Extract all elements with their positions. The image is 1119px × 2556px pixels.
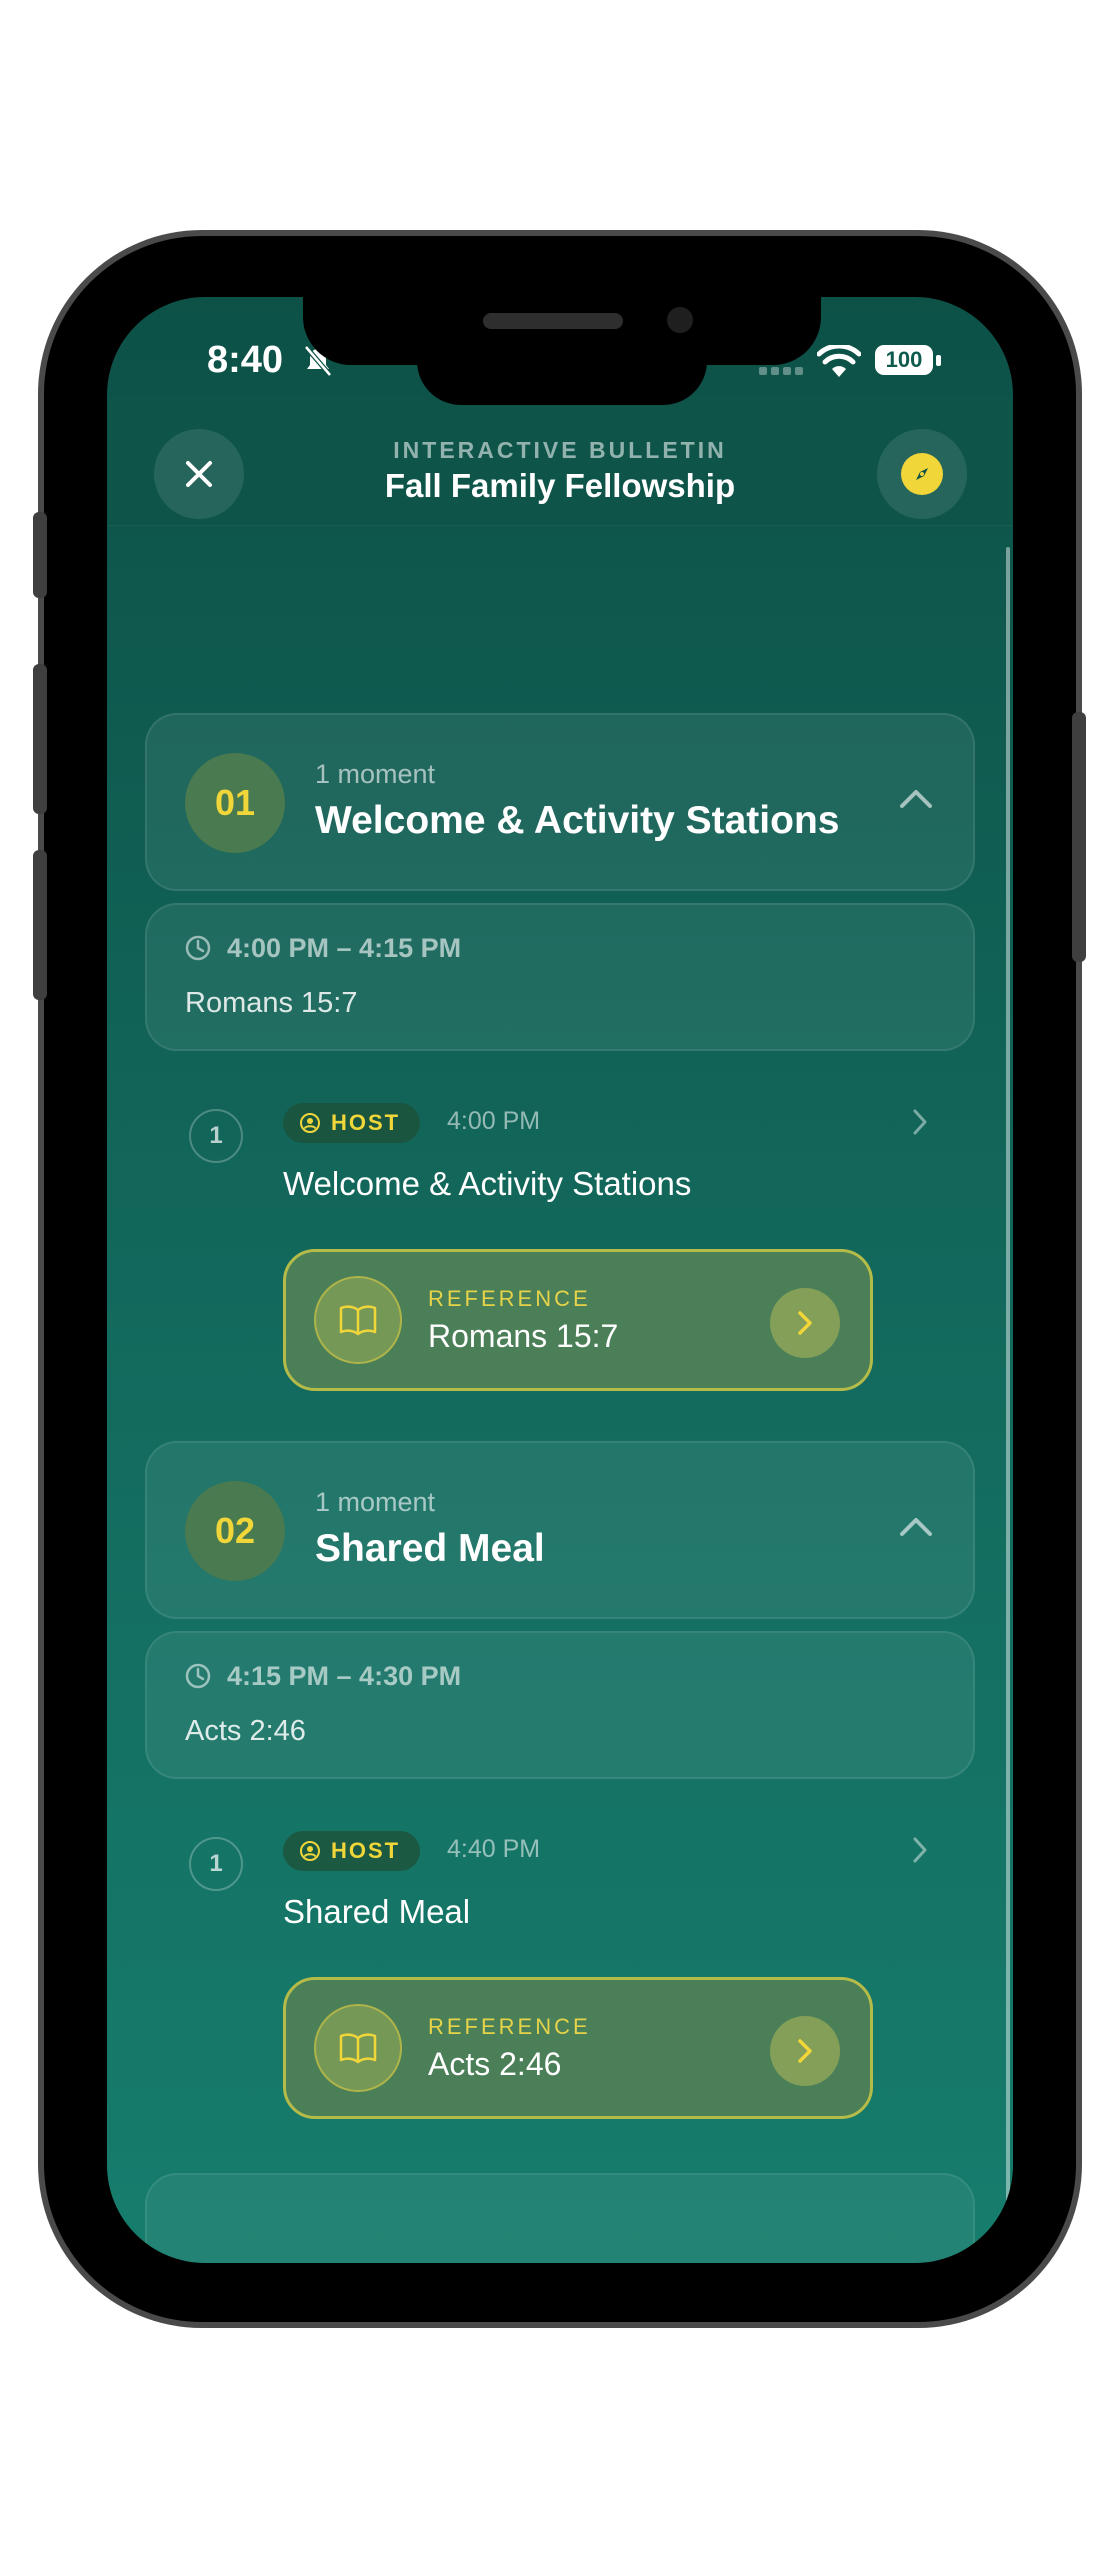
moment-title: Welcome & Activity Stations (283, 1165, 692, 1202)
power-button (1072, 712, 1086, 962)
host-badge: HOST (283, 1103, 421, 1143)
moment-time: 4:00 PM (447, 1107, 541, 1135)
volume-down-button (33, 850, 47, 1000)
earpiece-speaker (483, 313, 623, 329)
scripture-text: Romans 15:7 (185, 987, 358, 1019)
section-time-card-1: 4:00 PM – 4:15 PM Romans 15:7 (145, 903, 975, 1051)
moment-number: 1 (189, 1109, 243, 1163)
chevron-right-icon (798, 2039, 812, 2063)
book-open-icon (339, 1305, 377, 1336)
moments-count: 1 moment (315, 759, 436, 789)
time-range: 4:15 PM – 4:30 PM (227, 1661, 462, 1691)
host-label: HOST (331, 1838, 401, 1863)
time-range: 4:00 PM – 4:15 PM (227, 933, 462, 963)
clock-icon (185, 935, 211, 961)
header-kicker: INTERACTIVE BULLETIN (393, 437, 727, 463)
moment-time: 4:40 PM (447, 1835, 541, 1863)
compass-button[interactable] (877, 429, 967, 519)
compass-icon (916, 468, 928, 480)
status-time: 8:40 (207, 339, 284, 381)
section-time-card-2: 4:15 PM – 4:30 PM Acts 2:46 (145, 1631, 975, 1779)
reference-label: REFERENCE (428, 1286, 591, 1311)
chevron-right-icon (798, 1311, 812, 1335)
mute-switch (33, 512, 47, 598)
chevron-up-icon[interactable] (899, 1515, 933, 1537)
reference-open-button[interactable] (770, 1288, 840, 1358)
section-number-badge: 02 (185, 1481, 285, 1581)
moments-count: 1 moment (315, 1487, 436, 1517)
section-header-3-partial[interactable] (145, 2173, 975, 2263)
reference-open-button[interactable] (770, 2016, 840, 2086)
moment-item-2[interactable]: 1 HOST 4:40 PM Shared Meal REFERENCE Act… (107, 1831, 1013, 2151)
front-camera (667, 307, 693, 333)
chevron-right-icon[interactable] (911, 1835, 929, 1865)
host-label: HOST (331, 1110, 401, 1135)
moment-number: 1 (189, 1837, 243, 1891)
section-header-2[interactable]: 02 1 moment Shared Meal (145, 1441, 975, 1619)
person-circle-icon (300, 1113, 320, 1133)
book-icon-badge (314, 2004, 402, 2092)
battery-cap (936, 355, 941, 366)
wifi-icon (817, 345, 861, 377)
person-circle-icon (300, 1841, 320, 1861)
moment-item-1[interactable]: 1 HOST 4:00 PM Welcome & Activity Statio… (107, 1103, 1013, 1423)
clock-icon (185, 1663, 211, 1689)
section-title: Shared Meal (315, 1527, 545, 1570)
chevron-up-icon[interactable] (899, 787, 933, 809)
app-screen: 8:40 100 INTERACTIVE BULLETIN Fall Famil… (107, 297, 1013, 2263)
host-badge: HOST (283, 1831, 421, 1871)
section-title: Welcome & Activity Stations (315, 799, 840, 842)
section-header-1[interactable]: 01 1 moment Welcome & Activity Stations (145, 713, 975, 891)
reference-label: REFERENCE (428, 2014, 591, 2039)
chevron-right-icon[interactable] (911, 1107, 929, 1137)
reference-text: Acts 2:46 (428, 2046, 562, 2082)
volume-up-button (33, 664, 47, 814)
scripture-text: Acts 2:46 (185, 1715, 306, 1747)
reference-card[interactable]: REFERENCE Romans 15:7 (283, 1249, 873, 1391)
book-icon-badge (314, 1276, 402, 1364)
reference-card[interactable]: REFERENCE Acts 2:46 (283, 1977, 873, 2119)
moment-title: Shared Meal (283, 1893, 471, 1930)
book-open-icon (339, 2033, 377, 2064)
section-number-badge: 01 (185, 753, 285, 853)
reference-text: Romans 15:7 (428, 1318, 619, 1354)
notch-bottom (417, 347, 707, 405)
battery-indicator: 100 (875, 345, 933, 375)
